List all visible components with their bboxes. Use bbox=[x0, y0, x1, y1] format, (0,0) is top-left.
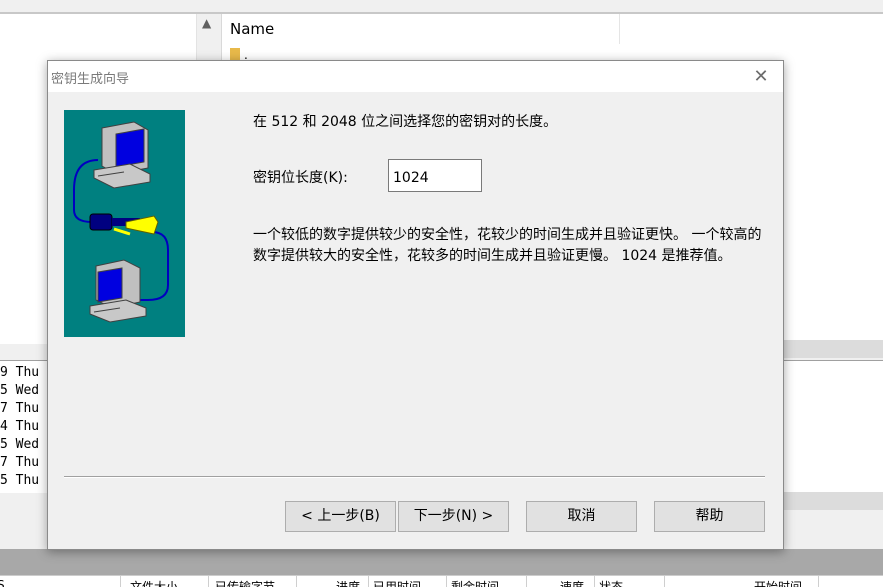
column-separator bbox=[526, 576, 527, 587]
key-icon bbox=[89, 213, 159, 236]
computer-icon bbox=[93, 121, 151, 189]
name-column-label: Name bbox=[230, 20, 275, 38]
column-separator bbox=[446, 576, 447, 587]
back-button[interactable]: < 上一步(B) bbox=[285, 501, 396, 532]
column-separator bbox=[818, 576, 819, 587]
computer-icon bbox=[89, 259, 147, 323]
cable bbox=[138, 231, 169, 301]
scroll-up-icon[interactable]: ▲ bbox=[202, 16, 211, 30]
wizard-illustration bbox=[64, 110, 185, 337]
key-length-input[interactable] bbox=[388, 159, 482, 192]
log-line: 5 Wed bbox=[0, 437, 40, 452]
pane-splitter[interactable] bbox=[0, 549, 883, 575]
key-generation-wizard-dialog: 密钥生成向导 ✕ 在 512 和 2048 位之间选择您的密钥对的长度。 密钥位… bbox=[47, 60, 784, 550]
help-button[interactable]: 帮助 bbox=[654, 501, 765, 532]
column-separator bbox=[208, 576, 209, 587]
next-button[interactable]: 下一步(N) > bbox=[398, 501, 509, 532]
cancel-button[interactable]: 取消 bbox=[526, 501, 637, 532]
log-hscrollbar[interactable] bbox=[780, 492, 883, 510]
close-icon[interactable]: ✕ bbox=[749, 65, 773, 89]
log-line: 5 Thu bbox=[0, 473, 40, 488]
file-list-hscrollbar[interactable] bbox=[780, 340, 883, 358]
column-separator bbox=[594, 576, 595, 587]
column-separator bbox=[296, 576, 297, 587]
dialog-titlebar[interactable]: 密钥生成向导 ✕ bbox=[48, 61, 783, 92]
column-separator bbox=[664, 576, 665, 587]
description-text: 一个较低的数字提供较少的安全性，花较少的时间生成并且验证更快。 一个较高的数字提… bbox=[253, 227, 762, 264]
intro-text: 在 512 和 2048 位之间选择您的密钥对的长度。 bbox=[253, 114, 558, 130]
column-separator bbox=[368, 576, 369, 587]
log-line: 9 Thu bbox=[0, 365, 40, 380]
transfer-queue-header: S 文件大小 已传输字节 进度 已用时间 剩余时间 速度 状态 开始时间 bbox=[0, 575, 883, 587]
cable bbox=[73, 159, 99, 223]
column-separator bbox=[120, 576, 121, 587]
dialog-title: 密钥生成向导 bbox=[51, 72, 130, 87]
log-line: 7 Thu bbox=[0, 401, 40, 416]
key-length-label: 密钥位长度(K): bbox=[253, 170, 348, 186]
computers-key-illustration bbox=[73, 121, 169, 323]
log-line: 7 Thu bbox=[0, 455, 40, 470]
log-line: 4 Thu bbox=[0, 419, 40, 434]
button-divider bbox=[64, 476, 765, 478]
name-column-header[interactable]: Name bbox=[222, 14, 620, 44]
log-line: 5 Wed bbox=[0, 383, 40, 398]
